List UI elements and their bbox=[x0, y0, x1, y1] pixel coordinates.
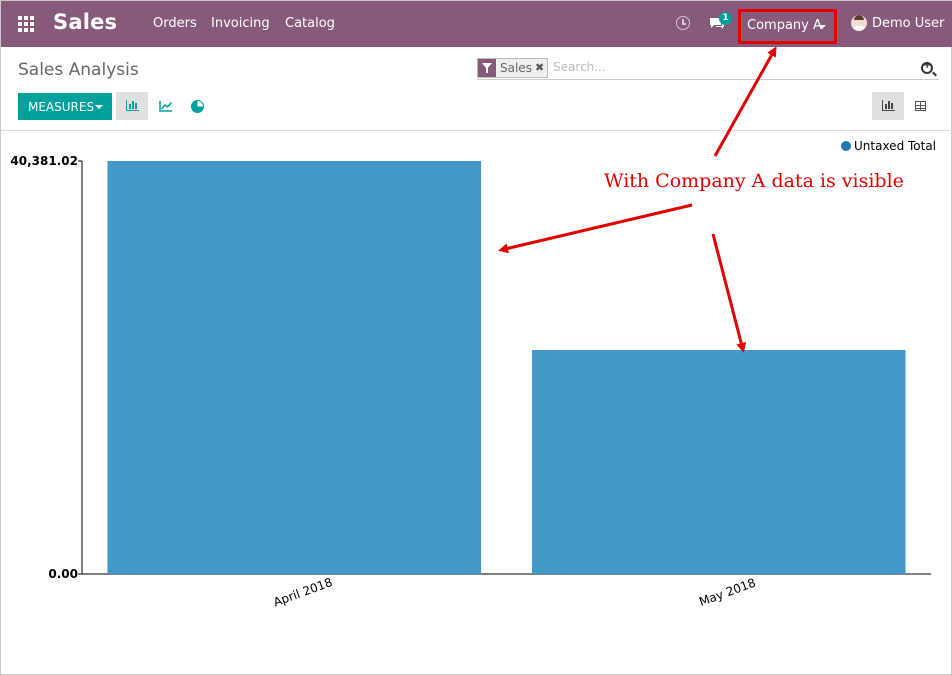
pie-chart-button[interactable] bbox=[181, 92, 213, 120]
measures-button[interactable]: MEASURES bbox=[18, 93, 112, 120]
pivot-view-button[interactable] bbox=[904, 92, 936, 120]
annotation-text: With Company A data is visible bbox=[604, 170, 904, 192]
legend-swatch bbox=[841, 141, 851, 151]
sales-bar-chart: 40,381.02 0.00 April 2018 May 2018 Untaxed T… bbox=[10, 139, 936, 609]
y-tick-label: 40,381.02 bbox=[10, 154, 78, 168]
user-menu[interactable]: Demo User bbox=[872, 16, 944, 31]
page-title: Sales Analysis bbox=[18, 60, 139, 80]
caret-down-icon bbox=[818, 25, 826, 29]
chat-badge: 1 bbox=[719, 12, 732, 25]
bar-chart-button[interactable] bbox=[116, 92, 148, 120]
table-icon bbox=[915, 101, 926, 111]
facet-remove-icon[interactable]: ✖ bbox=[535, 59, 547, 77]
legend-label: Untaxed Total bbox=[854, 139, 936, 153]
x-tick-label: April 2018 bbox=[271, 575, 334, 609]
line-chart-button[interactable] bbox=[149, 92, 181, 120]
company-switcher[interactable]: Company A bbox=[738, 9, 837, 44]
bar-may-2018 bbox=[531, 350, 906, 574]
menu-invoicing[interactable]: Invoicing bbox=[211, 16, 270, 31]
y-tick-label: 0.00 bbox=[48, 567, 78, 581]
user-avatar[interactable] bbox=[851, 15, 867, 31]
filter-icon bbox=[478, 59, 496, 77]
x-tick-label: May 2018 bbox=[697, 576, 757, 609]
apps-grid-icon[interactable] bbox=[18, 16, 35, 32]
search-options-icon[interactable] bbox=[921, 60, 933, 74]
top-navbar: Sales Orders Invoicing Catalog 1 Company… bbox=[1, 1, 952, 47]
line-chart-icon bbox=[159, 101, 173, 112]
bar-chart-icon bbox=[126, 100, 139, 111]
search-bar: Sales ✖ bbox=[477, 58, 939, 80]
company-label: Company A bbox=[747, 18, 822, 33]
graph-view-icon bbox=[882, 100, 895, 111]
menu-orders[interactable]: Orders bbox=[153, 16, 197, 31]
search-input[interactable] bbox=[553, 60, 913, 74]
graph-view-button[interactable] bbox=[872, 92, 904, 120]
pie-chart-icon bbox=[191, 100, 204, 113]
app-name[interactable]: Sales bbox=[53, 10, 117, 34]
bar-april-2018 bbox=[107, 161, 482, 574]
measures-label: MEASURES bbox=[28, 99, 95, 114]
menu-catalog[interactable]: Catalog bbox=[285, 16, 335, 31]
caret-down-icon bbox=[95, 105, 103, 109]
clock-icon[interactable] bbox=[676, 16, 690, 30]
facet-label: Sales bbox=[500, 61, 532, 75]
search-facet: Sales ✖ bbox=[477, 58, 549, 78]
